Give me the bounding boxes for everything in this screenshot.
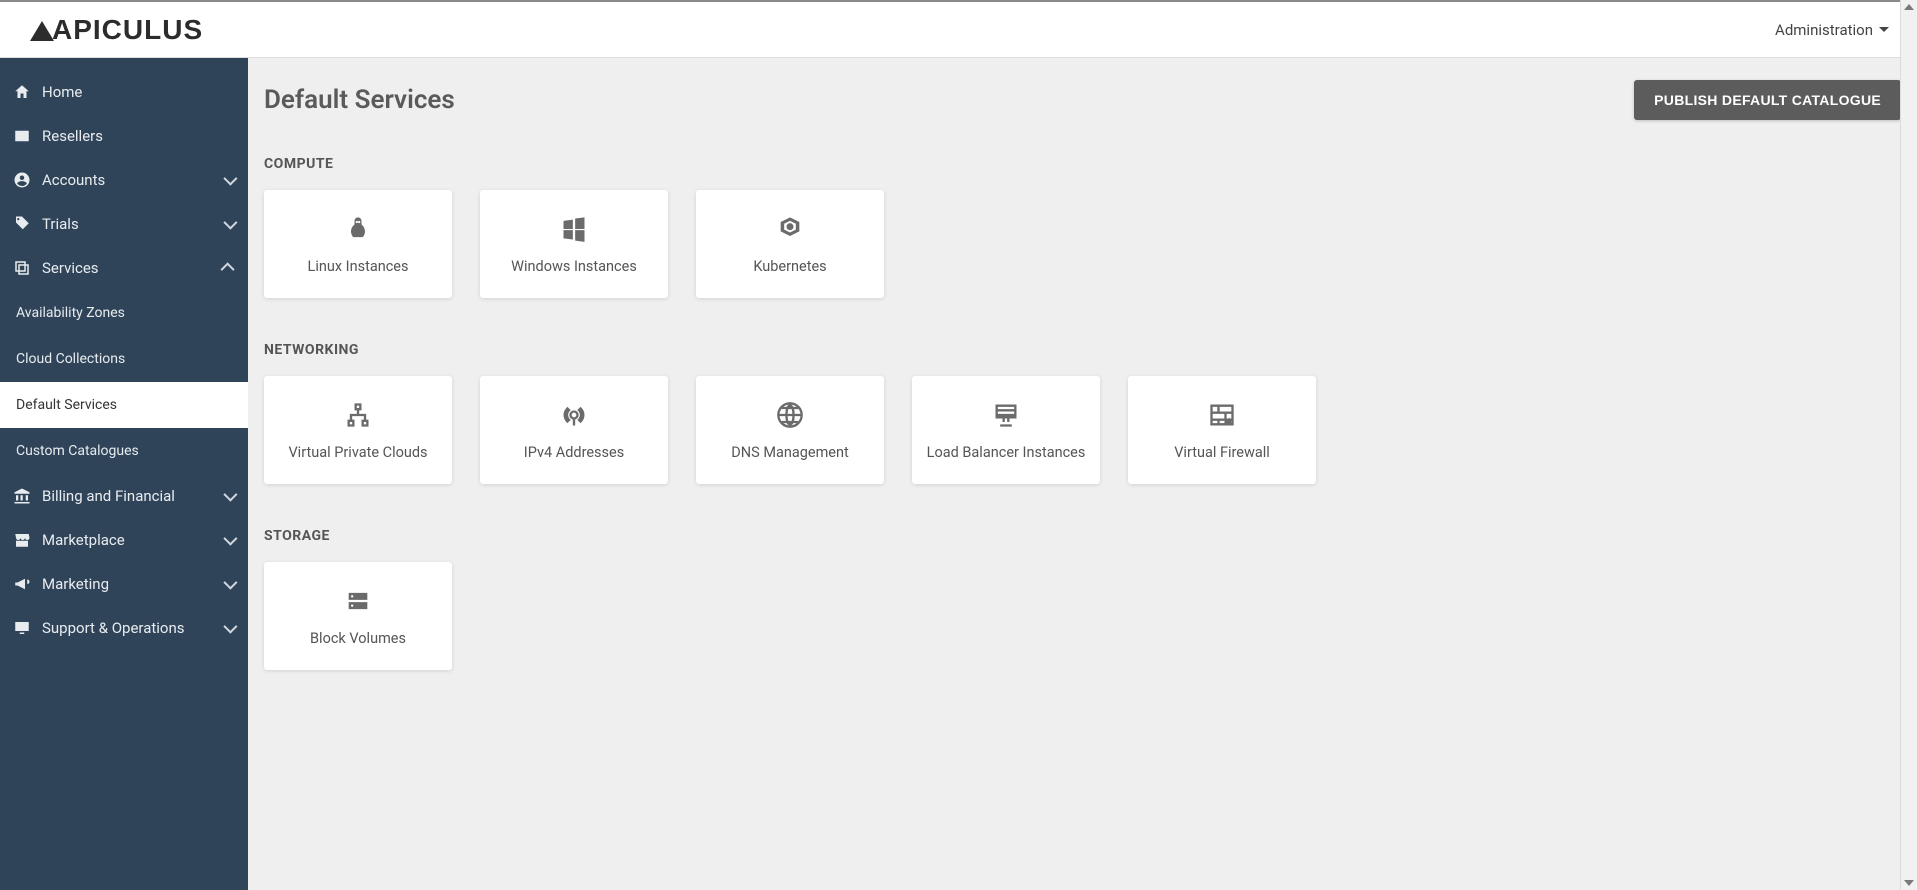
page-header: Default Services PUBLISH DEFAULT CATALOG… (264, 80, 1901, 120)
administration-menu[interactable]: Administration (1775, 21, 1889, 39)
store-icon (12, 530, 32, 550)
compute-cards: Linux Instances Windows Instances Kubern… (264, 190, 1901, 298)
user-circle-icon (12, 170, 32, 190)
sidebar-item-services[interactable]: Services (0, 246, 248, 290)
card-label: Virtual Firewall (1174, 444, 1270, 461)
scrollbar[interactable] (1900, 0, 1917, 890)
main-content: Default Services PUBLISH DEFAULT CATALOG… (248, 58, 1917, 890)
windows-icon (559, 214, 589, 244)
tag-icon (12, 214, 32, 234)
storage-icon (343, 586, 373, 616)
section-label-compute: COMPUTE (264, 156, 1901, 172)
sidebar-item-label: Accounts (42, 171, 105, 189)
kubernetes-icon (775, 214, 805, 244)
bank-icon (12, 486, 32, 506)
scroll-down-icon (1904, 880, 1914, 886)
sidebar-item-accounts[interactable]: Accounts (0, 158, 248, 202)
sidebar: Home Resellers Accounts Trials (0, 58, 248, 890)
sidebar-item-label: Billing and Financial (42, 487, 175, 505)
card-label: Linux Instances (308, 258, 409, 275)
sidebar-item-availability-zones[interactable]: Availability Zones (0, 290, 248, 336)
globe-icon (775, 400, 805, 430)
chevron-down-icon (223, 576, 237, 590)
storage-cards: Block Volumes (264, 562, 1901, 670)
linux-icon (343, 214, 373, 244)
network-icon (343, 400, 373, 430)
card-vpc[interactable]: Virtual Private Clouds (264, 376, 452, 484)
card-linux-instances[interactable]: Linux Instances (264, 190, 452, 298)
card-label: Kubernetes (753, 258, 826, 275)
sidebar-item-label: Trials (42, 215, 79, 233)
card-kubernetes[interactable]: Kubernetes (696, 190, 884, 298)
section-label-networking: NETWORKING (264, 342, 1901, 358)
sidebar-item-label: Default Services (16, 397, 117, 413)
sidebar-item-default-services[interactable]: Default Services (0, 382, 248, 428)
scroll-up-icon (1904, 4, 1914, 10)
page-title: Default Services (264, 85, 455, 115)
chevron-down-icon (223, 620, 237, 634)
sidebar-item-label: Custom Catalogues (16, 443, 139, 459)
sidebar-item-marketplace[interactable]: Marketplace (0, 518, 248, 562)
card-ipv4[interactable]: IPv4 Addresses (480, 376, 668, 484)
sidebar-item-label: Resellers (42, 127, 103, 145)
card-label: Virtual Private Clouds (288, 444, 427, 461)
sidebar-item-trials[interactable]: Trials (0, 202, 248, 246)
card-dns[interactable]: DNS Management (696, 376, 884, 484)
chevron-up-icon (221, 262, 235, 276)
sidebar-item-label: Services (42, 259, 99, 277)
topbar: APICULUS Administration (0, 0, 1917, 58)
chevron-down-icon (223, 532, 237, 546)
brand-mark-icon (30, 21, 54, 41)
firewall-icon (1207, 400, 1237, 430)
card-label: Windows Instances (511, 258, 637, 275)
networking-cards: Virtual Private Clouds IPv4 Addresses DN… (264, 376, 1901, 484)
sidebar-item-marketing[interactable]: Marketing (0, 562, 248, 606)
sidebar-item-label: Support & Operations (42, 619, 185, 637)
monitor-icon (12, 618, 32, 638)
chevron-down-icon (1879, 27, 1889, 32)
card-label: Load Balancer Instances (927, 444, 1086, 461)
card-block-volumes[interactable]: Block Volumes (264, 562, 452, 670)
card-label: IPv4 Addresses (524, 444, 624, 461)
card-windows-instances[interactable]: Windows Instances (480, 190, 668, 298)
sidebar-item-label: Marketplace (42, 531, 125, 549)
sidebar-item-label: Availability Zones (16, 305, 125, 321)
sidebar-item-home[interactable]: Home (0, 70, 248, 114)
sidebar-item-custom-catalogues[interactable]: Custom Catalogues (0, 428, 248, 474)
chevron-down-icon (223, 172, 237, 186)
card-virtual-firewall[interactable]: Virtual Firewall (1128, 376, 1316, 484)
brand-logo: APICULUS (30, 14, 203, 46)
administration-label: Administration (1775, 21, 1873, 39)
chevron-down-icon (223, 216, 237, 230)
sidebar-item-label: Home (42, 83, 82, 101)
card-load-balancer[interactable]: Load Balancer Instances (912, 376, 1100, 484)
home-icon (12, 82, 32, 102)
section-label-storage: STORAGE (264, 528, 1901, 544)
broadcast-icon (559, 400, 589, 430)
card-label: Block Volumes (310, 630, 406, 647)
sidebar-item-support[interactable]: Support & Operations (0, 606, 248, 650)
brand-text: APICULUS (52, 14, 203, 46)
card-label: DNS Management (731, 444, 849, 461)
megaphone-icon (12, 574, 32, 594)
id-card-icon (12, 126, 32, 146)
layers-icon (12, 258, 32, 278)
publish-default-catalogue-button[interactable]: PUBLISH DEFAULT CATALOGUE (1634, 80, 1901, 120)
sidebar-item-billing[interactable]: Billing and Financial (0, 474, 248, 518)
sidebar-item-resellers[interactable]: Resellers (0, 114, 248, 158)
sidebar-item-cloud-collections[interactable]: Cloud Collections (0, 336, 248, 382)
load-balancer-icon (991, 400, 1021, 430)
sidebar-item-label: Cloud Collections (16, 351, 125, 367)
sidebar-item-label: Marketing (42, 575, 109, 593)
chevron-down-icon (223, 488, 237, 502)
